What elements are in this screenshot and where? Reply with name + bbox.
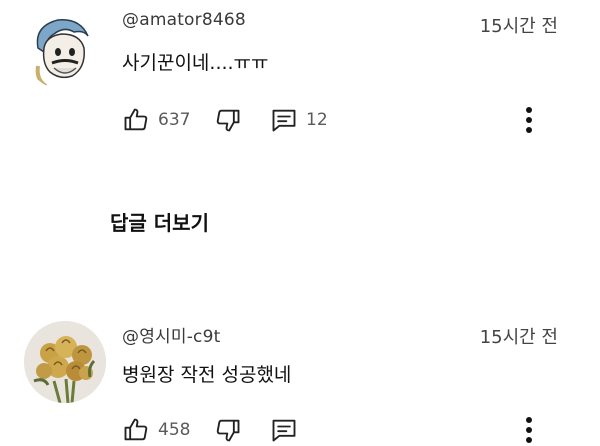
thumb-up-icon (124, 418, 148, 441)
comment-text: 병원장 작전 성공했네 (122, 364, 292, 386)
comment-timestamp: 15시간 전 (479, 16, 558, 37)
dislike-button[interactable] (214, 414, 242, 446)
comment-icon (272, 419, 296, 442)
comment-actions: 458 (122, 414, 542, 446)
comment-text: 사기꾼이네....ㅠㅠ (122, 52, 269, 74)
like-count: 637 (158, 110, 191, 130)
reply-button[interactable]: 12 (270, 104, 328, 136)
comment-icon (272, 109, 296, 132)
thumb-down-icon (216, 419, 240, 442)
dislike-button[interactable] (214, 104, 242, 136)
comment-item: @amator8468 15시간 전 사기꾼이네....ㅠㅠ 637 12 (0, 0, 600, 150)
avatar[interactable] (24, 8, 106, 90)
thumb-down-icon (216, 109, 240, 132)
avatar[interactable] (24, 321, 106, 403)
comment-author[interactable]: @amator8468 (122, 10, 246, 30)
comment-timestamp: 15시간 전 (479, 327, 558, 348)
thumb-up-icon (124, 108, 148, 131)
more-vertical-icon[interactable] (518, 104, 540, 136)
like-button[interactable]: 637 (122, 104, 190, 136)
comment-item: @영시미-c9t 15시간 전 병원장 작전 성공했네 458 (0, 305, 600, 443)
comment-author[interactable]: @영시미-c9t (122, 322, 220, 347)
like-count: 458 (158, 420, 191, 440)
show-more-replies-link[interactable]: 답글 더보기 (110, 207, 209, 236)
like-button[interactable]: 458 (122, 414, 190, 446)
reply-count: 12 (306, 110, 328, 130)
reply-button[interactable] (270, 414, 298, 446)
comment-actions: 637 12 (122, 104, 542, 136)
more-vertical-icon[interactable] (518, 414, 540, 446)
